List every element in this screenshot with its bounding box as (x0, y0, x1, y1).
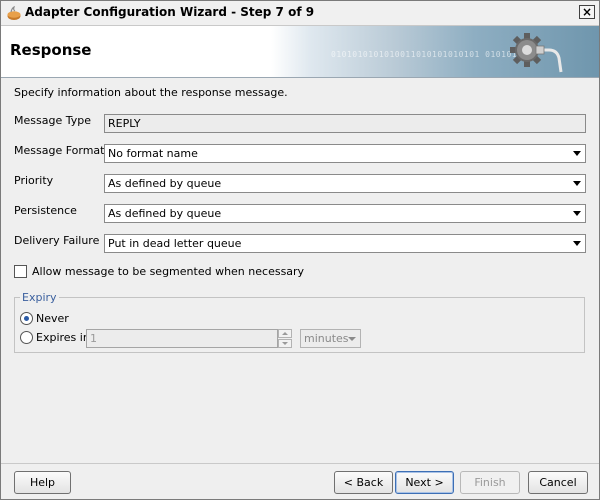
expiry-units-combo[interactable]: minutes (300, 329, 361, 348)
window-title: Adapter Configuration Wizard - Step 7 of… (25, 5, 315, 19)
cancel-button-label: Cancel (539, 476, 577, 489)
never-radio[interactable] (20, 312, 33, 325)
dropdown-arrow-icon (573, 241, 581, 246)
page-title: Response (10, 41, 92, 59)
message-type-value: REPLY (108, 117, 141, 130)
expires-in-label: Expires in (36, 331, 90, 344)
intro-text: Specify information about the response m… (14, 86, 288, 99)
cancel-button[interactable]: Cancel (528, 471, 588, 494)
spin-down-icon[interactable] (278, 339, 292, 348)
finish-button[interactable]: Finish (460, 471, 520, 494)
close-icon: × (581, 5, 593, 19)
priority-value: As defined by queue (108, 177, 222, 190)
segment-checkbox[interactable] (14, 265, 27, 278)
back-button[interactable]: < Back (334, 471, 393, 494)
next-button[interactable]: Next > (395, 471, 454, 494)
expiry-amount-value: 1 (90, 332, 97, 345)
message-type-field: REPLY (104, 114, 586, 133)
segment-checkbox-label: Allow message to be segmented when neces… (32, 265, 305, 278)
expiry-amount-field[interactable]: 1 (86, 329, 278, 348)
persistence-label: Persistence (14, 204, 77, 217)
dropdown-arrow-icon (573, 181, 581, 186)
spin-up-icon[interactable] (278, 329, 292, 338)
next-button-label: Next > (405, 476, 444, 489)
app-icon (7, 5, 21, 20)
delivery-failure-value: Put in dead letter queue (108, 237, 242, 250)
persistence-value: As defined by queue (108, 207, 222, 220)
expiry-legend: Expiry (20, 291, 59, 304)
message-type-label: Message Type (14, 114, 91, 127)
expiry-units-value: minutes (304, 332, 349, 345)
message-format-label: Message Format (14, 144, 105, 157)
header-banner: Response 0101010101010011010101010101 01… (1, 26, 599, 78)
footer-divider (1, 463, 599, 464)
never-radio-label: Never (36, 312, 69, 325)
priority-combo[interactable]: As defined by queue (104, 174, 586, 193)
expiry-spinner[interactable] (278, 329, 292, 348)
back-button-label: < Back (343, 476, 384, 489)
persistence-combo[interactable]: As defined by queue (104, 204, 586, 223)
wizard-content: Specify information about the response m… (1, 78, 599, 463)
expires-in-radio[interactable] (20, 331, 33, 344)
help-button[interactable]: Help (14, 471, 71, 494)
wizard-window: Adapter Configuration Wizard - Step 7 of… (0, 0, 600, 500)
gear-plug-icon (510, 33, 563, 73)
dropdown-arrow-icon (573, 151, 581, 156)
finish-button-label: Finish (474, 476, 506, 489)
dropdown-arrow-icon (348, 337, 356, 341)
help-button-label: Help (29, 476, 56, 489)
title-bar: Adapter Configuration Wizard - Step 7 of… (1, 1, 599, 26)
priority-label: Priority (14, 174, 54, 187)
delivery-failure-combo[interactable]: Put in dead letter queue (104, 234, 586, 253)
message-format-value: No format name (108, 147, 198, 160)
message-format-combo[interactable]: No format name (104, 144, 586, 163)
dropdown-arrow-icon (573, 211, 581, 216)
delivery-failure-label: Delivery Failure (14, 234, 100, 247)
close-button[interactable]: × (579, 5, 595, 19)
